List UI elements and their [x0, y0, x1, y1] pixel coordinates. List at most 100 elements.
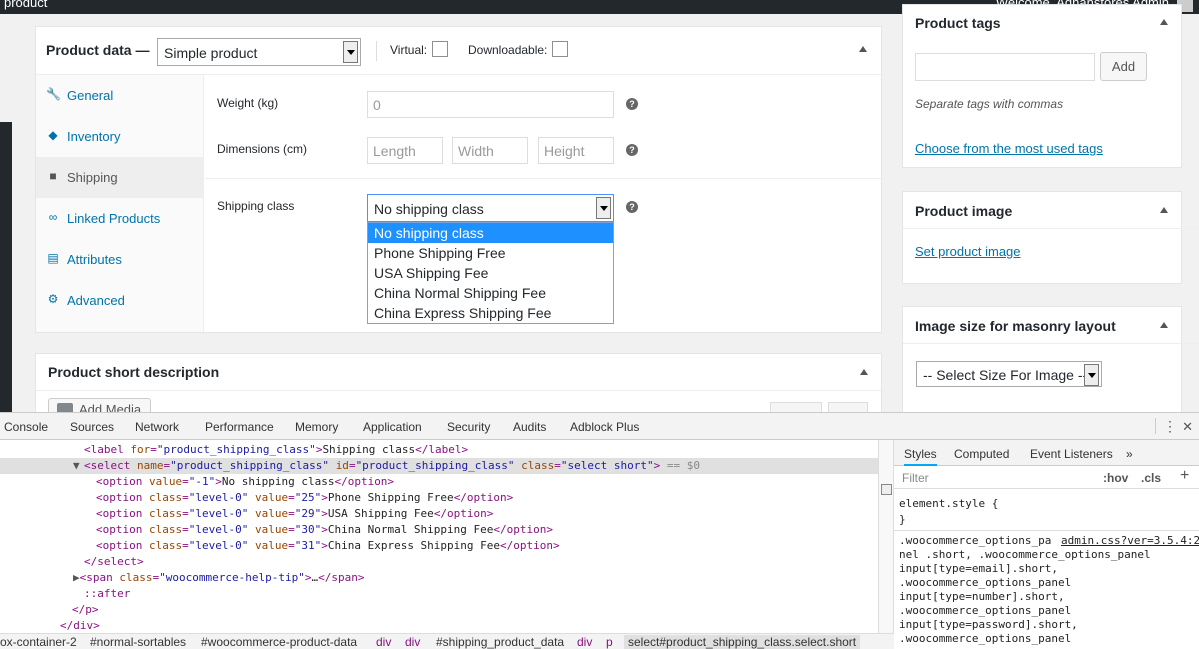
dropdown-option[interactable]: No shipping class — [368, 223, 613, 243]
breadcrumb-item[interactable]: #woocommerce-product-data — [201, 635, 357, 649]
product-type-select[interactable]: Simple product — [157, 38, 361, 66]
tab-label: Advanced — [67, 293, 125, 308]
rule-selector[interactable]: .woocommerce_options_pa — [899, 534, 1051, 548]
kebab-menu-icon[interactable]: ⋮ — [1163, 418, 1177, 435]
admin-bar-crumb[interactable]: product — [4, 0, 47, 10]
tab-console[interactable]: Console — [4, 420, 48, 434]
width-input[interactable]: Width — [452, 137, 528, 164]
scroll-thumb[interactable] — [881, 484, 892, 495]
dom-node-select[interactable]: ▼ <select name="product_shipping_class" i… — [0, 458, 878, 474]
chevron-down-icon[interactable] — [1084, 364, 1099, 386]
shipping-class-select[interactable]: No shipping class — [367, 194, 614, 222]
height-input[interactable]: Height — [538, 137, 614, 164]
dom-node-span[interactable]: ▶<span class="woocommerce-help-tip">…</s… — [73, 570, 364, 586]
dropdown-option[interactable]: China Express Shipping Fee — [368, 303, 613, 323]
hov-toggle[interactable]: :hov — [1103, 471, 1128, 485]
rule-selector[interactable]: nel .short, .woocommerce_options_panel — [899, 548, 1151, 562]
tab-shipping[interactable]: ■ Shipping — [36, 157, 204, 198]
tab-general[interactable]: 🔧 General — [36, 75, 204, 116]
collapse-icon[interactable] — [860, 369, 868, 375]
collapse-icon[interactable] — [859, 46, 867, 52]
shipping-class-dropdown: No shipping class Phone Shipping Free US… — [367, 222, 614, 324]
weight-placeholder: 0 — [373, 97, 381, 113]
dom-node-option[interactable]: <option class="level-0" value="29">USA S… — [96, 506, 493, 522]
dropdown-option[interactable]: Phone Shipping Free — [368, 243, 613, 263]
breadcrumb-item-current[interactable]: select#product_shipping_class.select.sho… — [624, 635, 861, 649]
help-icon[interactable]: ? — [626, 144, 638, 156]
chevron-down-icon[interactable] — [596, 197, 611, 219]
more-tabs-icon[interactable]: » — [1126, 447, 1133, 461]
truck-icon: ■ — [49, 169, 57, 183]
breadcrumb-item[interactable]: ox-container-2 — [0, 635, 77, 649]
dom-node-label[interactable]: <label for="product_shipping_class">Ship… — [84, 442, 468, 458]
add-rule-icon[interactable]: + — [1180, 467, 1189, 485]
rule-selector[interactable]: .woocommerce_options_panel — [899, 604, 1071, 618]
close-icon[interactable]: ✕ — [1182, 419, 1193, 435]
tab-adblock-plus[interactable]: Adblock Plus — [570, 420, 639, 434]
set-product-image-link[interactable]: Set product image — [915, 244, 1021, 259]
breadcrumb-item[interactable]: div — [577, 635, 592, 649]
rule-selector[interactable]: .woocommerce_options_panel — [899, 576, 1071, 590]
tab-security[interactable]: Security — [447, 420, 490, 434]
dom-node-option[interactable]: <option class="level-0" value="25">Phone… — [96, 490, 513, 506]
tab-performance[interactable]: Performance — [205, 420, 274, 434]
dom-node-after[interactable]: ::after — [84, 586, 130, 602]
dom-node-option[interactable]: <option value="-1">No shipping class</op… — [96, 474, 394, 490]
rule-selector[interactable]: .woocommerce_options_panel — [899, 632, 1071, 646]
rule-selector[interactable]: input[type=number].short, — [899, 590, 1065, 604]
product-data-title: Product data — — [46, 42, 150, 58]
dropdown-option[interactable]: China Normal Shipping Fee — [368, 283, 613, 303]
styles-filter: Filter :hov .cls + — [894, 467, 1199, 489]
virtual-label: Virtual: — [390, 43, 428, 57]
tab-application[interactable]: Application — [363, 420, 422, 434]
collapse-icon[interactable] — [1160, 322, 1168, 328]
image-size-select[interactable]: -- Select Size For Image -- — [916, 361, 1102, 387]
source-link[interactable]: admin.css?ver=3.5.4:2 — [1061, 534, 1199, 548]
dom-node-select-close[interactable]: </select> — [84, 554, 144, 570]
tab-inventory[interactable]: ◆ Inventory — [36, 116, 204, 157]
dom-node-div-close[interactable]: </div> — [60, 618, 100, 633]
tab-attributes[interactable]: ▤ Attributes — [36, 239, 204, 280]
dom-node-option[interactable]: <option class="level-0" value="30">China… — [96, 522, 553, 538]
tab-audits[interactable]: Audits — [513, 420, 546, 434]
chevron-down-icon[interactable] — [343, 41, 358, 63]
devtools-panel: Console Sources Network Performance Memo… — [0, 412, 1199, 649]
breadcrumb-item[interactable]: #normal-sortables — [90, 635, 186, 649]
elements-scrollbar[interactable] — [878, 440, 894, 633]
breadcrumb-item[interactable]: #shipping_product_data — [436, 635, 564, 649]
tab-memory[interactable]: Memory — [295, 420, 338, 434]
element-style-rule[interactable]: element.style { — [899, 497, 998, 511]
collapse-icon[interactable] — [1160, 19, 1168, 25]
elements-tree: <label for="product_shipping_class">Ship… — [0, 440, 878, 633]
choose-tags-link[interactable]: Choose from the most used tags — [915, 141, 1103, 156]
gear-icon: ⚙ — [47, 292, 59, 306]
length-input[interactable]: Length — [367, 137, 443, 164]
tab-styles[interactable]: Styles — [904, 447, 937, 466]
cls-toggle[interactable]: .cls — [1141, 471, 1161, 485]
dom-node-option[interactable]: <option class="level-0" value="31">China… — [96, 538, 560, 554]
tab-linked-products[interactable]: ∞ Linked Products — [36, 198, 204, 239]
tab-computed[interactable]: Computed — [954, 447, 1009, 461]
rule-selector[interactable]: input[type=password].short, — [899, 618, 1078, 632]
tab-advanced[interactable]: ⚙ Advanced — [36, 280, 204, 321]
dropdown-option[interactable]: USA Shipping Fee — [368, 263, 613, 283]
breadcrumb-item[interactable]: div — [405, 635, 420, 649]
add-tag-button[interactable]: Add — [1100, 52, 1147, 81]
breadcrumb-item[interactable]: div — [376, 635, 391, 649]
filter-input[interactable]: Filter — [902, 471, 929, 485]
short-description-box: Product short description Add Media — [35, 353, 882, 418]
downloadable-checkbox[interactable] — [552, 41, 568, 57]
help-icon[interactable]: ? — [626, 98, 638, 110]
collapse-icon[interactable] — [1160, 207, 1168, 213]
tab-sources[interactable]: Sources — [70, 420, 114, 434]
tab-event-listeners[interactable]: Event Listeners — [1030, 447, 1113, 461]
help-icon[interactable]: ? — [626, 201, 638, 213]
weight-input[interactable]: 0 — [367, 91, 614, 118]
rule-selector[interactable]: input[type=email].short, — [899, 562, 1058, 576]
tag-input[interactable] — [915, 53, 1095, 81]
tab-network[interactable]: Network — [135, 420, 179, 434]
breadcrumb-item[interactable]: p — [606, 635, 613, 649]
virtual-checkbox[interactable] — [432, 41, 448, 57]
product-data-header: Product data — Simple product Virtual: D… — [36, 27, 881, 75]
dom-node-p-close[interactable]: </p> — [72, 602, 99, 618]
